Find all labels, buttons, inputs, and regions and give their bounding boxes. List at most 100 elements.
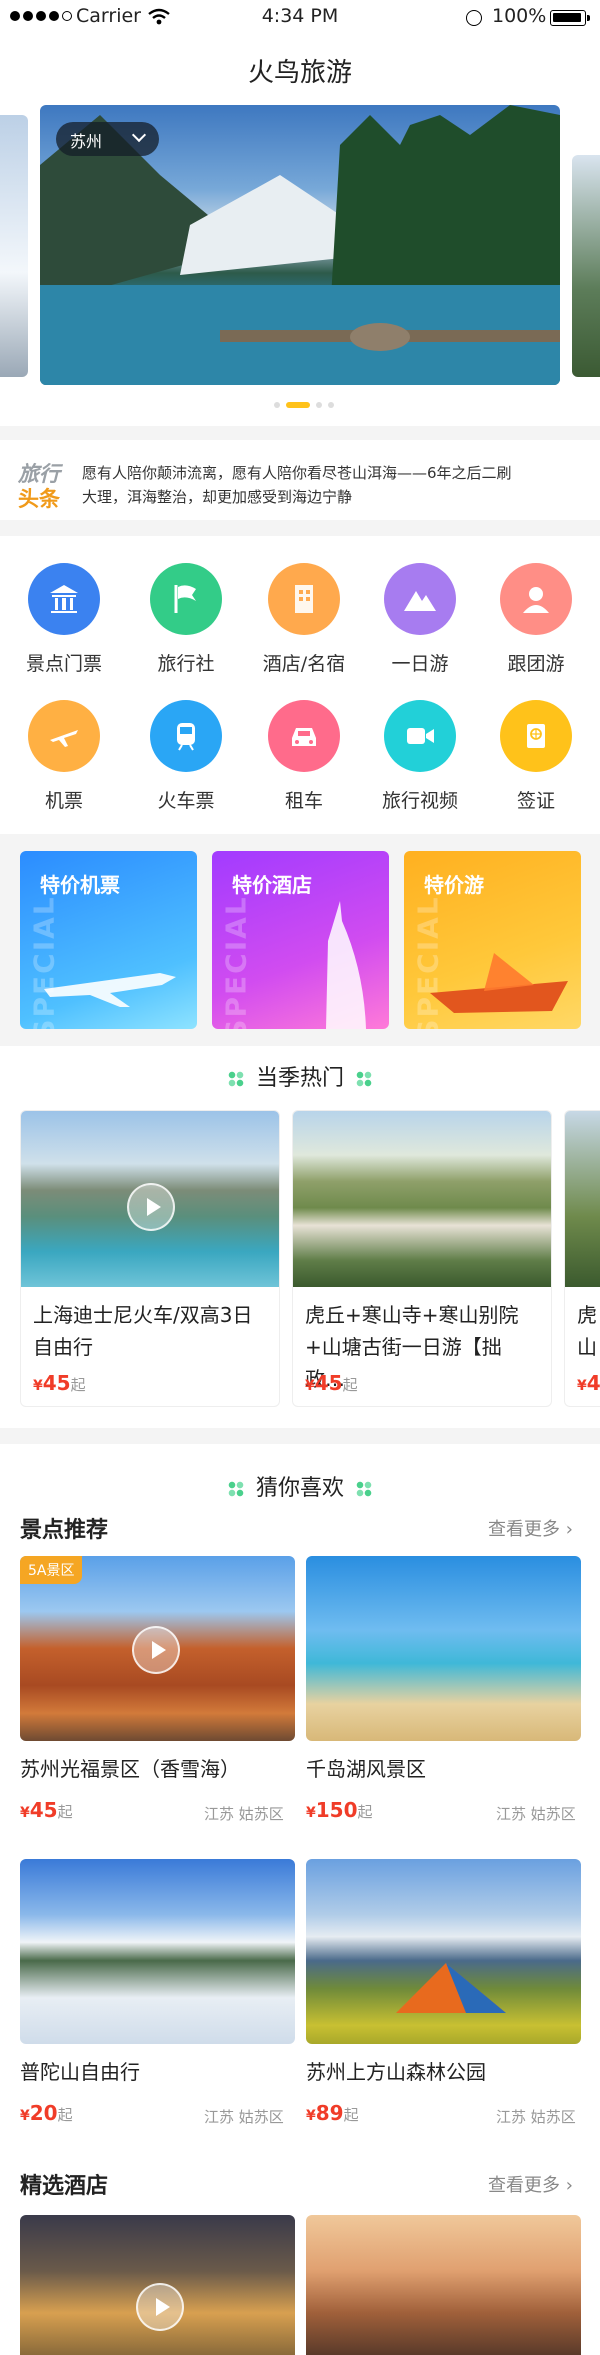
- divider: [0, 1428, 600, 1444]
- category-hotels[interactable]: 酒店/名宿: [254, 563, 354, 676]
- hotels-more-link[interactable]: 查看更多 ›: [488, 2171, 573, 2197]
- spots-more-link[interactable]: 查看更多 ›: [488, 1515, 573, 1541]
- headline-logo-bottom: 头条: [18, 487, 60, 511]
- carousel-dot[interactable]: [274, 402, 280, 408]
- category-visa[interactable]: 签证: [486, 700, 586, 813]
- category-label: 签证: [516, 790, 555, 812]
- hot-item-price: ¥45起: [305, 1371, 358, 1395]
- category-travel-agency[interactable]: 旅行社: [136, 563, 236, 676]
- category-label: 跟团游: [507, 653, 565, 675]
- plane-icon: [28, 700, 100, 772]
- category-label: 租车: [284, 790, 323, 812]
- headline-text-line2: 大理，洱海整治，却更加感受到海边宁静: [82, 488, 353, 506]
- category-label: 火车票: [157, 790, 215, 812]
- category-label: 旅行视频: [381, 790, 458, 812]
- carousel-prev-slide[interactable]: [0, 115, 28, 377]
- play-icon[interactable]: [132, 1626, 180, 1674]
- hot-item-card[interactable]: 虎丘+寒山寺+寒山别院+山塘古街一日游【拙政… ¥45起: [292, 1110, 552, 1407]
- category-label: 旅行社: [157, 653, 215, 675]
- deal-title: 特价酒店: [232, 873, 312, 897]
- category-day-tour[interactable]: 一日游: [370, 563, 470, 676]
- spot-location: 江苏 姑苏区: [496, 1805, 576, 1823]
- hot-item-card[interactable]: 上海迪士尼火车/双高3日自由行 ¥45起: [20, 1110, 280, 1407]
- spot-location: 江苏 姑苏区: [204, 1805, 284, 1823]
- category-label: 景点门票: [25, 653, 102, 675]
- page-title: 火鸟旅游: [247, 58, 352, 88]
- chevron-down-icon: [131, 127, 147, 143]
- divider: [0, 520, 600, 536]
- hot-item-image: [565, 1111, 600, 1287]
- divider: [0, 426, 600, 440]
- hotel-card-image[interactable]: [306, 2215, 581, 2355]
- chevron-right-icon: ›: [565, 1519, 573, 1540]
- category-scenic-tickets[interactable]: 景点门票: [14, 563, 114, 676]
- carousel-next-slide[interactable]: [572, 155, 600, 377]
- spot-name[interactable]: 千岛湖风景区: [306, 1753, 426, 1782]
- carousel-dot[interactable]: [316, 402, 322, 408]
- building-icon: [268, 563, 340, 635]
- hotel-card-image[interactable]: [20, 2215, 295, 2355]
- play-icon[interactable]: [136, 2283, 184, 2331]
- category-car-rental[interactable]: 租车: [254, 700, 354, 813]
- spot-name[interactable]: 普陀山自由行: [20, 2056, 140, 2085]
- dots-icon: [227, 1071, 244, 1087]
- category-label: 一日游: [391, 653, 449, 675]
- spots-heading: 景点推荐: [20, 1518, 109, 1543]
- hot-item-card-partial[interactable]: 虎山 ¥4: [564, 1110, 600, 1407]
- spot-price: ¥150起: [306, 1798, 373, 1822]
- temple-icon: [28, 563, 100, 635]
- chevron-right-icon: ›: [565, 2175, 573, 2196]
- category-train-tickets[interactable]: 火车票: [136, 700, 236, 813]
- hot-item-price: ¥4: [577, 1371, 600, 1395]
- category-travel-videos[interactable]: 旅行视频: [370, 700, 470, 813]
- headline-text-line1: 愿有人陪你颠沛流离，愿有人陪你看尽苍山洱海——6年之后二刷: [82, 464, 512, 482]
- battery-icon: [550, 10, 590, 26]
- hot-item-name: 上海迪士尼火车/双高3日自由行: [33, 1303, 253, 1359]
- video-icon: [384, 700, 456, 772]
- rotation-lock-icon: [466, 10, 482, 26]
- guess-title: 猜你喜欢: [255, 1476, 344, 1501]
- city-selector[interactable]: 苏州: [56, 122, 159, 156]
- guess-heading: 猜你喜欢: [0, 1470, 600, 1502]
- category-flights[interactable]: 机票: [14, 700, 114, 813]
- airplane-illustration: [44, 973, 176, 1007]
- user-icon: [500, 563, 572, 635]
- spot-location: 江苏 姑苏区: [496, 2108, 576, 2126]
- carousel-dot[interactable]: [328, 402, 334, 408]
- spot-card-image[interactable]: 5A景区: [20, 1556, 295, 1741]
- hot-item-image: [293, 1111, 551, 1287]
- spot-card-image[interactable]: [20, 1859, 295, 2044]
- passport-icon: [500, 700, 572, 772]
- category-label: 酒店/名宿: [262, 653, 346, 675]
- battery-percent: 100%: [492, 5, 547, 27]
- season-hot-title: 当季热门: [255, 1066, 344, 1091]
- spot-badge: 5A景区: [20, 1556, 83, 1584]
- category-label: 机票: [44, 790, 83, 812]
- train-icon: [150, 700, 222, 772]
- deal-hotels-card[interactable]: SPECIAL 特价酒店: [212, 851, 389, 1029]
- spot-price: ¥45起: [20, 1798, 73, 1822]
- hot-item-price: ¥45起: [33, 1371, 86, 1395]
- play-icon[interactable]: [127, 1183, 175, 1231]
- spot-card-image[interactable]: [306, 1556, 581, 1741]
- city-label: 苏州: [70, 132, 103, 151]
- hotels-heading: 精选酒店: [20, 2174, 109, 2199]
- dots-icon: [227, 1481, 244, 1497]
- category-group-tour[interactable]: 跟团游: [486, 563, 586, 676]
- deal-title: 特价游: [424, 873, 484, 897]
- flag-icon: [150, 563, 222, 635]
- dots-icon: [356, 1071, 372, 1087]
- status-bar: Carrier 4:34 PM 100%: [0, 0, 600, 36]
- spot-name[interactable]: 苏州光福景区（香雪海）: [20, 1753, 240, 1782]
- carousel-dot-active[interactable]: [286, 402, 310, 408]
- deal-flights-card[interactable]: SPECIAL 特价机票: [20, 851, 197, 1029]
- spot-name[interactable]: 苏州上方山森林公园: [306, 2056, 486, 2085]
- spot-price: ¥89起: [306, 2101, 359, 2125]
- deal-title: 特价机票: [40, 873, 120, 897]
- spot-location: 江苏 姑苏区: [204, 2108, 284, 2126]
- tent-illustration: [396, 1963, 506, 2013]
- spot-card-image[interactable]: [306, 1859, 581, 2044]
- deal-tours-card[interactable]: SPECIAL 特价游: [404, 851, 581, 1029]
- boat-illustration: [430, 953, 568, 1013]
- hot-item-name: 虎山: [577, 1303, 597, 1359]
